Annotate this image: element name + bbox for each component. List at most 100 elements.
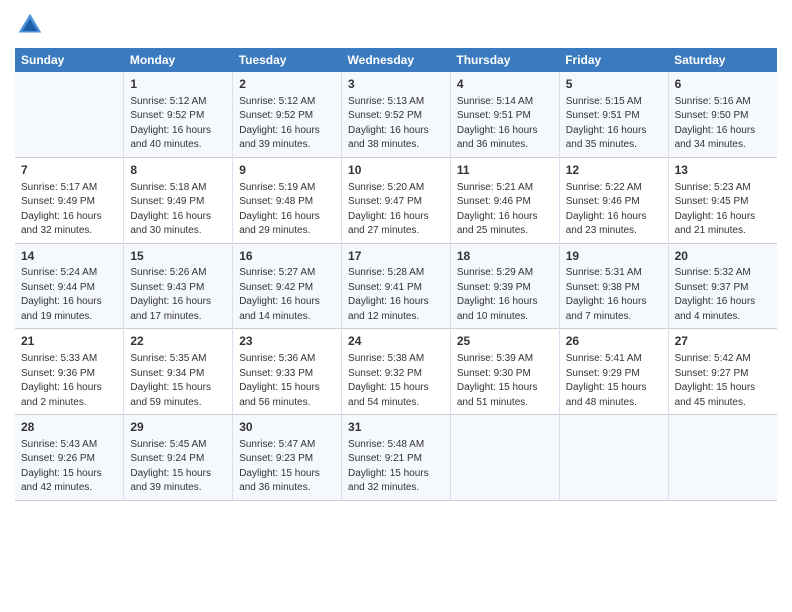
day-number: 5: [566, 76, 662, 93]
col-header-wednesday: Wednesday: [342, 48, 451, 72]
cell-w1-d7: 6 Sunrise: 5:16 AM Sunset: 9:50 PM Daylig…: [668, 72, 777, 157]
logo: [15, 10, 49, 40]
cell-w3-d6: 19Sunrise: 5:31 AM Sunset: 9:38 PM Dayli…: [559, 243, 668, 329]
day-info: Sunrise: 5:19 AM Sunset: 9:48 PM Dayligh…: [239, 181, 335, 239]
day-number: 13: [675, 162, 771, 179]
header-row: SundayMondayTuesdayWednesdayThursdayFrid…: [15, 48, 777, 72]
day-info: Sunrise: 5:41 AM Sunset: 9:29 PM Dayligh…: [566, 352, 662, 410]
cell-w2-d4: 10 Sunrise: 5:20 AM Sunset: 9:47 PM Dayli…: [342, 157, 451, 243]
cell-w4-d7: 27Sunrise: 5:42 AM Sunset: 9:27 PM Dayli…: [668, 329, 777, 415]
cell-w2-d1: 7Sunrise: 5:17 AM Sunset: 9:49 PM Daylig…: [15, 157, 124, 243]
day-number: 8: [130, 162, 226, 179]
col-header-friday: Friday: [559, 48, 668, 72]
col-header-thursday: Thursday: [450, 48, 559, 72]
day-info: Sunrise: 5:17 AM Sunset: 9:49 PM Dayligh…: [21, 181, 117, 239]
day-info: Sunrise: 5:26 AM Sunset: 9:43 PM Dayligh…: [130, 266, 226, 324]
day-number: 10: [348, 162, 444, 179]
day-number: 30: [239, 419, 335, 436]
calendar-table: SundayMondayTuesdayWednesdayThursdayFrid…: [15, 48, 777, 501]
cell-w4-d4: 24 Sunrise: 5:38 AM Sunset: 9:32 PM Dayli…: [342, 329, 451, 415]
day-number: 23: [239, 333, 335, 350]
day-info: Sunrise: 5:18 AM Sunset: 9:49 PM Dayligh…: [130, 181, 226, 239]
day-info: Sunrise: 5:15 AM Sunset: 9:51 PM Dayligh…: [566, 95, 662, 153]
cell-w5-d5: [450, 415, 559, 501]
logo-icon: [15, 10, 45, 40]
day-info: Sunrise: 5:20 AM Sunset: 9:47 PM Dayligh…: [348, 181, 444, 239]
day-info: Sunrise: 5:32 AM Sunset: 9:37 PM Dayligh…: [675, 266, 771, 324]
day-number: 16: [239, 248, 335, 265]
day-info: Sunrise: 5:45 AM Sunset: 9:24 PM Dayligh…: [130, 438, 226, 496]
day-number: 26: [566, 333, 662, 350]
cell-w2-d2: 8 Sunrise: 5:18 AM Sunset: 9:49 PM Daylig…: [124, 157, 233, 243]
day-info: Sunrise: 5:43 AM Sunset: 9:26 PM Dayligh…: [21, 438, 117, 496]
cell-w5-d6: [559, 415, 668, 501]
cell-w2-d3: 9Sunrise: 5:19 AM Sunset: 9:48 PM Daylig…: [233, 157, 342, 243]
week-row-4: 21 Sunrise: 5:33 AM Sunset: 9:36 PM Dayli…: [15, 329, 777, 415]
header: [15, 10, 777, 40]
cell-w3-d2: 15Sunrise: 5:26 AM Sunset: 9:43 PM Dayli…: [124, 243, 233, 329]
cell-w4-d5: 25 Sunrise: 5:39 AM Sunset: 9:30 PM Dayli…: [450, 329, 559, 415]
day-info: Sunrise: 5:33 AM Sunset: 9:36 PM Dayligh…: [21, 352, 117, 410]
day-number: 15: [130, 248, 226, 265]
cell-w4-d1: 21 Sunrise: 5:33 AM Sunset: 9:36 PM Dayli…: [15, 329, 124, 415]
page-container: SundayMondayTuesdayWednesdayThursdayFrid…: [0, 0, 792, 511]
day-info: Sunrise: 5:36 AM Sunset: 9:33 PM Dayligh…: [239, 352, 335, 410]
day-number: 24: [348, 333, 444, 350]
cell-w1-d4: 3 Sunrise: 5:13 AM Sunset: 9:52 PM Daylig…: [342, 72, 451, 157]
cell-w4-d6: 26 Sunrise: 5:41 AM Sunset: 9:29 PM Dayli…: [559, 329, 668, 415]
day-info: Sunrise: 5:13 AM Sunset: 9:52 PM Dayligh…: [348, 95, 444, 153]
cell-w1-d3: 2 Sunrise: 5:12 AM Sunset: 9:52 PM Daylig…: [233, 72, 342, 157]
day-info: Sunrise: 5:29 AM Sunset: 9:39 PM Dayligh…: [457, 266, 553, 324]
day-number: 27: [675, 333, 771, 350]
day-info: Sunrise: 5:24 AM Sunset: 9:44 PM Dayligh…: [21, 266, 117, 324]
cell-w5-d3: 30 Sunrise: 5:47 AM Sunset: 9:23 PM Dayli…: [233, 415, 342, 501]
day-info: Sunrise: 5:21 AM Sunset: 9:46 PM Dayligh…: [457, 181, 553, 239]
day-info: Sunrise: 5:16 AM Sunset: 9:50 PM Dayligh…: [675, 95, 771, 153]
day-info: Sunrise: 5:12 AM Sunset: 9:52 PM Dayligh…: [130, 95, 226, 153]
day-number: 18: [457, 248, 553, 265]
cell-w2-d7: 13 Sunrise: 5:23 AM Sunset: 9:45 PM Dayli…: [668, 157, 777, 243]
day-number: 1: [130, 76, 226, 93]
cell-w5-d7: [668, 415, 777, 501]
day-info: Sunrise: 5:28 AM Sunset: 9:41 PM Dayligh…: [348, 266, 444, 324]
day-number: 22: [130, 333, 226, 350]
day-number: 28: [21, 419, 117, 436]
day-number: 11: [457, 162, 553, 179]
day-number: 21: [21, 333, 117, 350]
day-info: Sunrise: 5:38 AM Sunset: 9:32 PM Dayligh…: [348, 352, 444, 410]
col-header-monday: Monday: [124, 48, 233, 72]
day-info: Sunrise: 5:23 AM Sunset: 9:45 PM Dayligh…: [675, 181, 771, 239]
week-row-1: 1 Sunrise: 5:12 AM Sunset: 9:52 PM Daylig…: [15, 72, 777, 157]
cell-w3-d3: 16Sunrise: 5:27 AM Sunset: 9:42 PM Dayli…: [233, 243, 342, 329]
week-row-3: 14Sunrise: 5:24 AM Sunset: 9:44 PM Dayli…: [15, 243, 777, 329]
cell-w1-d6: 5 Sunrise: 5:15 AM Sunset: 9:51 PM Daylig…: [559, 72, 668, 157]
cell-w5-d4: 31Sunrise: 5:48 AM Sunset: 9:21 PM Dayli…: [342, 415, 451, 501]
day-info: Sunrise: 5:47 AM Sunset: 9:23 PM Dayligh…: [239, 438, 335, 496]
day-number: 25: [457, 333, 553, 350]
cell-w4-d3: 23 Sunrise: 5:36 AM Sunset: 9:33 PM Dayli…: [233, 329, 342, 415]
day-number: 3: [348, 76, 444, 93]
day-number: 12: [566, 162, 662, 179]
day-number: 6: [675, 76, 771, 93]
day-info: Sunrise: 5:48 AM Sunset: 9:21 PM Dayligh…: [348, 438, 444, 496]
day-number: 17: [348, 248, 444, 265]
cell-w2-d5: 11 Sunrise: 5:21 AM Sunset: 9:46 PM Dayli…: [450, 157, 559, 243]
day-number: 29: [130, 419, 226, 436]
cell-w5-d2: 29 Sunrise: 5:45 AM Sunset: 9:24 PM Dayli…: [124, 415, 233, 501]
day-info: Sunrise: 5:22 AM Sunset: 9:46 PM Dayligh…: [566, 181, 662, 239]
cell-w1-d1: [15, 72, 124, 157]
day-number: 2: [239, 76, 335, 93]
day-info: Sunrise: 5:14 AM Sunset: 9:51 PM Dayligh…: [457, 95, 553, 153]
cell-w2-d6: 12 Sunrise: 5:22 AM Sunset: 9:46 PM Dayli…: [559, 157, 668, 243]
day-info: Sunrise: 5:39 AM Sunset: 9:30 PM Dayligh…: [457, 352, 553, 410]
day-info: Sunrise: 5:12 AM Sunset: 9:52 PM Dayligh…: [239, 95, 335, 153]
cell-w1-d5: 4 Sunrise: 5:14 AM Sunset: 9:51 PM Daylig…: [450, 72, 559, 157]
col-header-saturday: Saturday: [668, 48, 777, 72]
col-header-tuesday: Tuesday: [233, 48, 342, 72]
day-number: 20: [675, 248, 771, 265]
day-number: 4: [457, 76, 553, 93]
cell-w3-d5: 18Sunrise: 5:29 AM Sunset: 9:39 PM Dayli…: [450, 243, 559, 329]
cell-w5-d1: 28 Sunrise: 5:43 AM Sunset: 9:26 PM Dayli…: [15, 415, 124, 501]
cell-w1-d2: 1 Sunrise: 5:12 AM Sunset: 9:52 PM Daylig…: [124, 72, 233, 157]
cell-w3-d4: 17Sunrise: 5:28 AM Sunset: 9:41 PM Dayli…: [342, 243, 451, 329]
